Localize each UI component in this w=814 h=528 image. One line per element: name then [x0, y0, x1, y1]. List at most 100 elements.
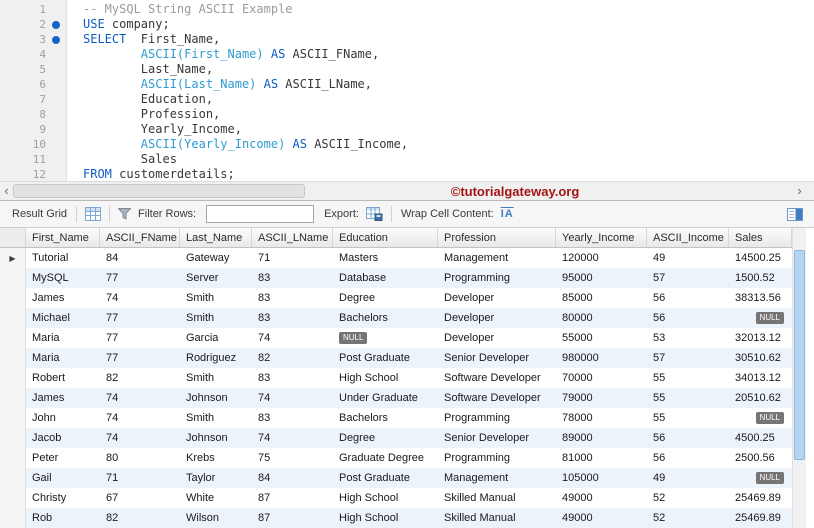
table-row[interactable]: James 74 Smith 83 Degree Developer 85000 56 3831… — [0, 288, 792, 308]
code-line[interactable]: 3 SELECT First_Name, — [0, 32, 814, 47]
row-selector[interactable] — [0, 488, 26, 508]
table-cell[interactable]: 71 — [100, 468, 180, 488]
table-cell[interactable]: 20510.62 — [729, 388, 792, 408]
table-cell[interactable]: Smith — [180, 408, 252, 428]
table-cell[interactable]: 74 — [100, 428, 180, 448]
scroll-right-arrow-icon[interactable]: › — [793, 182, 806, 200]
table-cell[interactable]: Software Developer — [438, 368, 556, 388]
table-row[interactable]: Gail 71 Taylor 84 Post Graduate Management 105… — [0, 468, 792, 488]
table-row[interactable]: Maria 77 Garcia 74 NULL Developer 55000 53 32013… — [0, 328, 792, 348]
table-row[interactable]: Peter 80 Krebs 75 Graduate Degree Programming… — [0, 448, 792, 468]
table-cell[interactable]: 77 — [100, 308, 180, 328]
table-cell[interactable]: 49 — [647, 468, 729, 488]
table-cell[interactable]: 1500.52 — [729, 268, 792, 288]
table-cell[interactable]: Programming — [438, 448, 556, 468]
row-selector[interactable] — [0, 408, 26, 428]
code-line[interactable]: 4 ASCII(First_Name) AS ASCII_FName, — [0, 47, 814, 62]
table-cell[interactable]: 82 — [100, 368, 180, 388]
table-cell[interactable]: Post Graduate — [333, 348, 438, 368]
table-cell[interactable]: 55 — [647, 408, 729, 428]
row-selector[interactable] — [0, 508, 26, 528]
table-cell[interactable]: Johnson — [180, 388, 252, 408]
table-cell[interactable]: 57 — [647, 348, 729, 368]
table-cell[interactable]: Johnson — [180, 428, 252, 448]
table-cell[interactable]: Maria — [26, 328, 100, 348]
row-selector[interactable] — [0, 448, 26, 468]
scroll-left-arrow-icon[interactable]: ‹ — [0, 182, 13, 200]
code-line[interactable]: 12 FROM customerdetails; — [0, 167, 814, 181]
table-cell[interactable]: 4500.25 — [729, 428, 792, 448]
table-cell[interactable]: 85000 — [556, 288, 647, 308]
table-cell[interactable]: Skilled Manual — [438, 508, 556, 528]
table-cell[interactable]: 77 — [100, 268, 180, 288]
table-cell[interactable]: 980000 — [556, 348, 647, 368]
row-selector[interactable] — [0, 468, 26, 488]
row-selector[interactable] — [0, 308, 26, 328]
table-cell[interactable]: 80000 — [556, 308, 647, 328]
table-cell[interactable]: Tutorial — [26, 248, 100, 268]
export-icon[interactable] — [365, 207, 383, 221]
table-cell[interactable]: Maria — [26, 348, 100, 368]
form-editor-panel-icon[interactable] — [787, 207, 803, 221]
table-row[interactable]: Maria 77 Rodriguez 82 Post Graduate Senior De… — [0, 348, 792, 368]
table-cell[interactable]: Taylor — [180, 468, 252, 488]
table-cell[interactable]: 38313.56 — [729, 288, 792, 308]
table-cell[interactable]: Krebs — [180, 448, 252, 468]
table-cell[interactable]: Programming — [438, 268, 556, 288]
table-cell[interactable]: Senior Developer — [438, 428, 556, 448]
table-row[interactable]: Jacob 74 Johnson 74 Degree Senior Developer 89… — [0, 428, 792, 448]
row-selector[interactable] — [0, 388, 26, 408]
table-cell[interactable]: 56 — [647, 308, 729, 328]
column-header-yearly_income[interactable]: Yearly_Income — [556, 228, 647, 247]
table-cell[interactable]: Garcia — [180, 328, 252, 348]
table-cell[interactable]: 74 — [100, 388, 180, 408]
table-cell[interactable]: Christy — [26, 488, 100, 508]
table-cell[interactable]: Jacob — [26, 428, 100, 448]
table-cell[interactable]: 56 — [647, 288, 729, 308]
table-cell[interactable]: Graduate Degree — [333, 448, 438, 468]
column-header-education[interactable]: Education — [333, 228, 438, 247]
table-cell[interactable]: 80 — [100, 448, 180, 468]
table-cell[interactable]: 82 — [252, 348, 333, 368]
table-cell[interactable]: 77 — [100, 328, 180, 348]
table-cell[interactable]: 70000 — [556, 368, 647, 388]
code-line[interactable]: 7 Education, — [0, 92, 814, 107]
table-cell[interactable]: NULL — [729, 408, 792, 428]
table-cell[interactable]: Bachelors — [333, 308, 438, 328]
table-cell[interactable]: James — [26, 388, 100, 408]
table-cell[interactable]: Degree — [333, 288, 438, 308]
grid-view-icon[interactable] — [85, 207, 102, 221]
table-cell[interactable]: Smith — [180, 308, 252, 328]
wrap-cell-content-icon[interactable]: IA — [501, 208, 514, 220]
code-line[interactable]: 2 USE company; — [0, 17, 814, 32]
table-cell[interactable]: Database — [333, 268, 438, 288]
table-cell[interactable]: 55 — [647, 368, 729, 388]
column-header-ascii_lname[interactable]: ASCII_LName — [252, 228, 333, 247]
row-selector[interactable]: ▶ — [0, 248, 26, 268]
table-cell[interactable]: NULL — [729, 308, 792, 328]
table-cell[interactable]: 74 — [252, 428, 333, 448]
table-cell[interactable]: Masters — [333, 248, 438, 268]
editor-horizontal-scrollbar[interactable]: ‹ ©tutorialgateway.org › — [0, 181, 814, 200]
code-line[interactable]: 6 ASCII(Last_Name) AS ASCII_LName, — [0, 77, 814, 92]
table-cell[interactable]: White — [180, 488, 252, 508]
table-cell[interactable]: 53 — [647, 328, 729, 348]
table-cell[interactable]: Gail — [26, 468, 100, 488]
table-cell[interactable]: 81000 — [556, 448, 647, 468]
table-cell[interactable]: 74 — [100, 288, 180, 308]
table-cell[interactable]: 84 — [252, 468, 333, 488]
table-row[interactable]: Christy 67 White 87 High School Skilled Manua… — [0, 488, 792, 508]
table-row[interactable]: Rob 82 Wilson 87 High School Skilled Manual 49… — [0, 508, 792, 528]
table-cell[interactable]: Smith — [180, 368, 252, 388]
table-cell[interactable]: 57 — [647, 268, 729, 288]
table-cell[interactable]: John — [26, 408, 100, 428]
table-cell[interactable]: 87 — [252, 508, 333, 528]
column-header-profession[interactable]: Profession — [438, 228, 556, 247]
table-row[interactable]: ▶ Tutorial 84 Gateway 71 Masters Management 120… — [0, 248, 792, 268]
column-header-first_name[interactable]: First_Name — [26, 228, 100, 247]
table-cell[interactable]: 89000 — [556, 428, 647, 448]
table-cell[interactable]: 2500.56 — [729, 448, 792, 468]
table-cell[interactable]: 49000 — [556, 508, 647, 528]
table-cell[interactable]: Post Graduate — [333, 468, 438, 488]
sql-editor[interactable]: 1 -- MySQL String ASCII Example 2 USE compa… — [0, 0, 814, 181]
